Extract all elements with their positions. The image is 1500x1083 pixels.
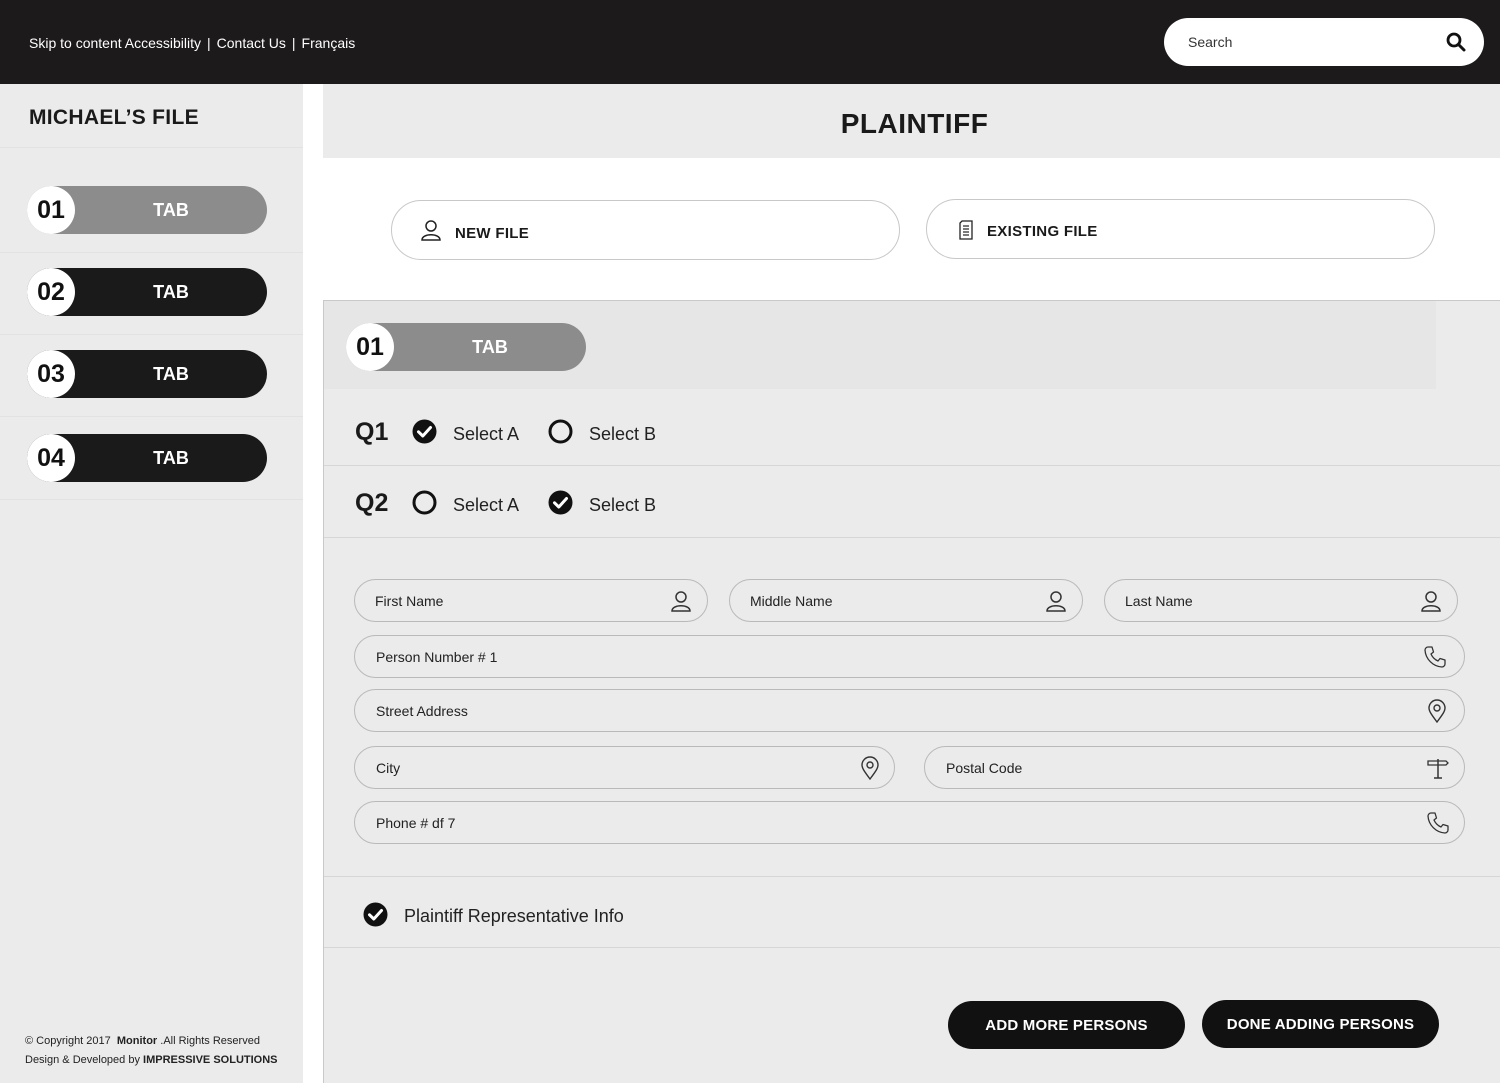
middle-name-field (729, 579, 1083, 622)
divider (324, 876, 1500, 877)
tab-number: 02 (27, 268, 75, 316)
street-address-input[interactable] (376, 700, 1406, 722)
middle-name-input[interactable] (750, 590, 1040, 612)
postal-code-field (924, 746, 1465, 789)
brand-name: Monitor (116, 1035, 158, 1047)
q1-option-a-label: Select A (453, 424, 520, 444)
footer: © Copyright 2017 Monitor .All Rights Res… (25, 1032, 278, 1070)
sidebar-divider (0, 416, 303, 417)
phone-icon (1427, 812, 1449, 834)
first-name-field (354, 579, 708, 622)
sidebar-divider (0, 252, 303, 253)
q2-option-b-label: Select B (589, 495, 657, 515)
user-icon (671, 591, 691, 612)
q1-option-b-radio[interactable] (548, 419, 573, 444)
section-tab-01[interactable]: 01 TAB (346, 323, 586, 371)
phone-input[interactable] (376, 812, 1406, 834)
accessibility-link[interactable]: Accessibility (125, 35, 201, 51)
location-pin-icon (861, 756, 879, 780)
page-title: PLAINTIFF (840, 108, 989, 139)
company-name: IMPRESSIVE SOLUTIONS (143, 1054, 278, 1066)
last-name-field (1104, 579, 1458, 622)
location-pin-icon (1428, 699, 1446, 723)
rights-text: .All Rights Reserved (160, 1035, 260, 1047)
tab-number: 04 (27, 434, 75, 482)
tab-number: 01 (27, 186, 75, 234)
city-input[interactable] (376, 757, 846, 779)
q2-option-b-radio[interactable] (548, 490, 573, 515)
sidebar-tab-01[interactable]: 01 TAB (27, 186, 267, 234)
q1-option-a-radio[interactable] (412, 419, 437, 444)
q2-option-a-radio[interactable] (412, 490, 437, 515)
rep-info-label: Plaintiff Representative Info (404, 906, 624, 926)
new-file-button[interactable]: NEW FILE (391, 200, 900, 260)
sidebar-tab-03[interactable]: 03 TAB (27, 350, 267, 398)
copyright-text: © Copyright 2017 (25, 1035, 111, 1047)
francais-link[interactable]: Français (302, 35, 356, 51)
last-name-input[interactable] (1125, 590, 1415, 612)
tab-label: TAB (153, 199, 189, 220)
new-file-label: NEW FILE (455, 225, 530, 242)
city-field (354, 746, 895, 789)
tab-label: TAB (153, 281, 189, 302)
question-label: Q2 (355, 489, 389, 517)
person-number-field (354, 635, 1465, 678)
page-header: PLAINTIFF (323, 84, 1500, 158)
sidebar-divider (0, 147, 303, 148)
divider (324, 465, 1500, 466)
designed-by-text: Design & Developed by (25, 1054, 140, 1066)
divider (324, 537, 1500, 538)
document-icon (959, 220, 973, 240)
sidebar-tab-04[interactable]: 04 TAB (27, 434, 267, 482)
tab-label: TAB (472, 336, 508, 357)
contact-us-link[interactable]: Contact Us (217, 35, 286, 51)
search-icon[interactable] (1446, 32, 1466, 52)
first-name-input[interactable] (375, 590, 665, 612)
phone-field (354, 801, 1465, 844)
user-icon (1421, 591, 1441, 612)
skip-to-content-link[interactable]: Skip to content (29, 35, 122, 51)
q2-option-a-label: Select A (453, 495, 520, 515)
add-more-persons-button[interactable]: ADD MORE PERSONS (948, 1001, 1185, 1049)
search-box (1164, 18, 1484, 66)
form-panel: 01 TAB Q1 Select A Select B Q2 Select A … (323, 300, 1500, 1083)
divider (324, 947, 1500, 948)
tab-number: 03 (27, 350, 75, 398)
panel-header: 01 TAB (324, 301, 1436, 389)
person-number-input[interactable] (376, 646, 1406, 668)
sidebar-tab-02[interactable]: 02 TAB (27, 268, 267, 316)
phone-icon (1424, 646, 1446, 668)
user-icon (421, 220, 441, 241)
sidebar-divider (0, 334, 303, 335)
question-label: Q1 (355, 418, 389, 446)
tab-number: 01 (346, 323, 394, 371)
signpost-icon (1427, 759, 1449, 779)
existing-file-label: EXISTING FILE (987, 223, 1098, 240)
street-address-field (354, 689, 1465, 732)
tab-label: TAB (153, 447, 189, 468)
sidebar-title: MICHAEL’S FILE (29, 106, 199, 129)
existing-file-button[interactable]: EXISTING FILE (926, 199, 1435, 259)
sidebar-divider (0, 499, 303, 500)
sidebar: MICHAEL’S FILE 01 TAB 02 TAB 03 TAB 04 T… (0, 84, 303, 1083)
utility-links: Skip to content Accessibility | Contact Us… (29, 35, 356, 51)
user-icon (1046, 591, 1066, 612)
q1-option-b-label: Select B (589, 424, 657, 444)
rep-info-checkbox[interactable] (363, 902, 388, 927)
done-adding-persons-button[interactable]: DONE ADDING PERSONS (1202, 1000, 1439, 1048)
postal-code-input[interactable] (946, 757, 1416, 779)
top-bar: Skip to content Accessibility | Contact Us… (0, 0, 1500, 84)
tab-label: TAB (153, 363, 189, 384)
search-input[interactable] (1188, 30, 1438, 54)
